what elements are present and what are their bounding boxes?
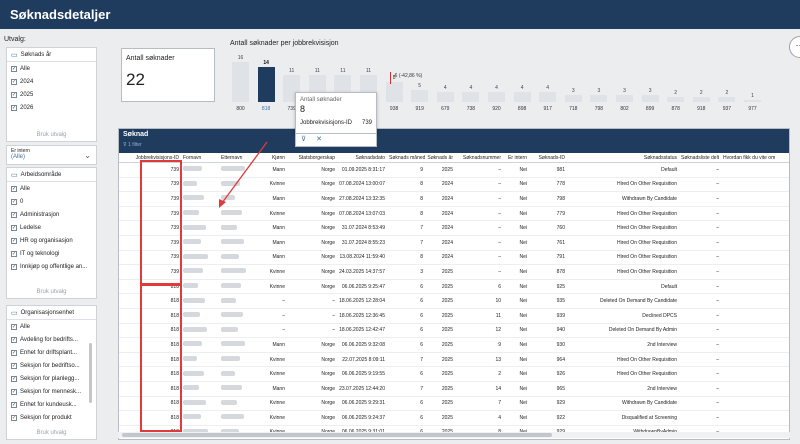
annotation-arrow	[219, 141, 268, 208]
